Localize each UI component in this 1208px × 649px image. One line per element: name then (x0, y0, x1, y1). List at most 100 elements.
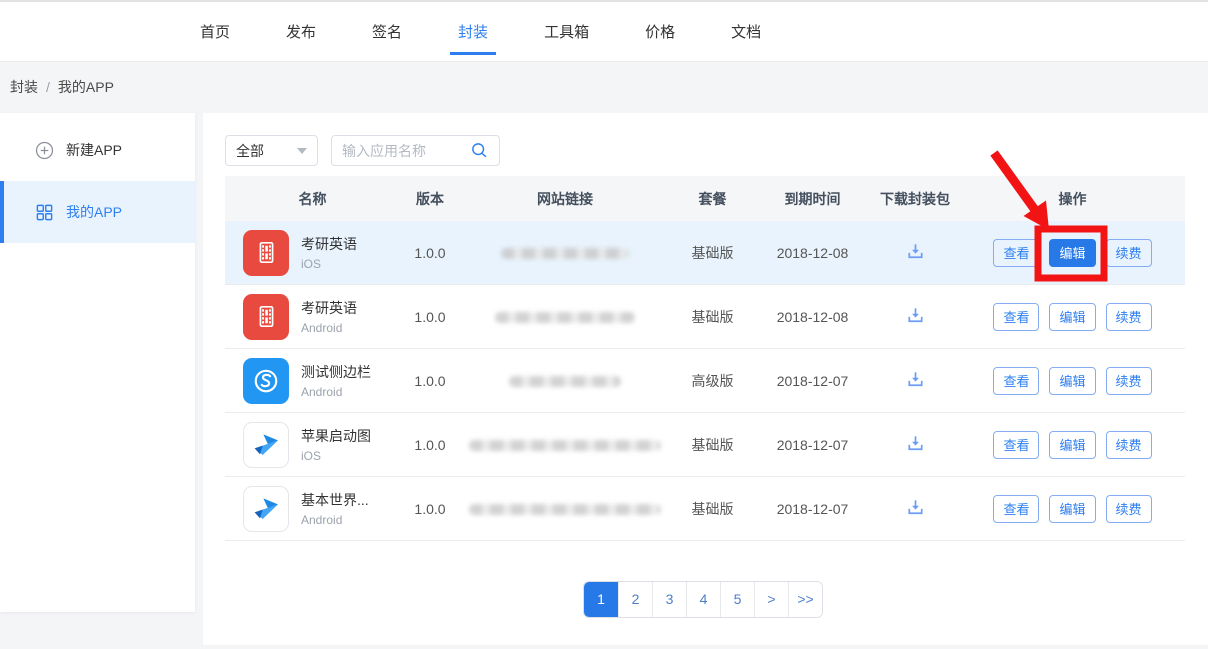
search-input[interactable] (342, 143, 470, 159)
column-header-download: 下载封装包 (870, 189, 960, 209)
next-page-button[interactable]: > (754, 582, 788, 617)
plus-circle-icon (35, 141, 54, 160)
renew-button[interactable]: 续费 (1106, 495, 1152, 523)
app-name: 基本世界... (301, 490, 369, 510)
edit-button[interactable]: 编辑 (1049, 239, 1095, 267)
table-header: 名称 版本 网站链接 套餐 到期时间 下载封装包 操作 (225, 176, 1185, 221)
download-button[interactable] (903, 303, 928, 331)
edit-button[interactable]: 编辑 (1049, 367, 1095, 395)
nav-item-docs[interactable]: 文档 (727, 11, 765, 52)
website-link-blurred (469, 440, 661, 451)
renew-button[interactable]: 续费 (1106, 431, 1152, 459)
app-platform: Android (301, 513, 369, 527)
view-button[interactable]: 查看 (993, 239, 1039, 267)
expiry-date: 2018-12-07 (755, 437, 870, 453)
app-version: 1.0.0 (400, 437, 460, 453)
main-content: 全部 名称 版本 网站链接 套餐 到期时间 下载封装包 操作 (203, 113, 1208, 645)
search-icon[interactable] (470, 141, 489, 160)
table-row: 考研英语 Android 1.0.0 基础版 2018-12-08 (225, 285, 1185, 349)
category-select-value: 全部 (236, 141, 264, 161)
table-body: 考研英语 iOS 1.0.0 基础版 2018-12-08 (225, 221, 1185, 541)
nav-item-home[interactable]: 首页 (196, 11, 234, 52)
edit-button[interactable]: 编辑 (1049, 431, 1095, 459)
app-version: 1.0.0 (400, 309, 460, 325)
breadcrumb-section[interactable]: 封装 (10, 77, 38, 97)
download-icon (905, 497, 926, 518)
download-button[interactable] (903, 367, 928, 395)
bird-app-icon (243, 422, 289, 468)
sidebar-item-label: 新建APP (66, 140, 122, 160)
bird-app-icon (243, 486, 289, 532)
column-header-version: 版本 (400, 189, 460, 209)
website-link-blurred (495, 312, 635, 323)
app-version: 1.0.0 (400, 501, 460, 517)
breadcrumb: 封装 / 我的APP (10, 62, 114, 112)
nav-item-price[interactable]: 价格 (641, 11, 679, 52)
edit-button[interactable]: 编辑 (1049, 303, 1095, 331)
renew-button[interactable]: 续费 (1106, 303, 1152, 331)
download-icon (905, 305, 926, 326)
page-button-2[interactable]: 2 (618, 582, 652, 617)
download-button[interactable] (903, 495, 928, 523)
column-header-plan: 套餐 (670, 189, 755, 209)
sidebar-item-label: 我的APP (66, 202, 122, 222)
download-button[interactable] (903, 239, 928, 267)
page-button-1[interactable]: 1 (584, 582, 618, 617)
nav-item-signature[interactable]: 签名 (368, 11, 406, 52)
app-platform: Android (301, 385, 371, 399)
category-select[interactable]: 全部 (225, 135, 318, 166)
expiry-date: 2018-12-07 (755, 373, 870, 389)
plan-badge: 高级版 (670, 371, 755, 391)
last-page-button[interactable]: >> (788, 582, 822, 617)
download-button[interactable] (903, 431, 928, 459)
app-version: 1.0.0 (400, 245, 460, 261)
chevron-down-icon (297, 148, 307, 154)
breadcrumb-current: 我的APP (58, 77, 114, 97)
page-button-3[interactable]: 3 (652, 582, 686, 617)
plan-badge: 基础版 (670, 435, 755, 455)
breadcrumb-separator: / (46, 79, 50, 95)
expiry-date: 2018-12-07 (755, 501, 870, 517)
table-row: 测试侧边栏 Android 1.0.0 高级版 2018-12-07 (225, 349, 1185, 413)
app-platform: iOS (301, 449, 371, 463)
download-icon (905, 433, 926, 454)
renew-button[interactable]: 续费 (1106, 239, 1152, 267)
app-platform: iOS (301, 257, 357, 271)
expiry-date: 2018-12-08 (755, 245, 870, 261)
page-button-5[interactable]: 5 (720, 582, 754, 617)
film-app-icon (243, 230, 289, 276)
table-row: 苹果启动图 iOS 1.0.0 基础版 2018-12-07 (225, 413, 1185, 477)
app-platform: Android (301, 321, 357, 335)
expiry-date: 2018-12-08 (755, 309, 870, 325)
edit-button[interactable]: 编辑 (1049, 495, 1095, 523)
sidebar: 新建APP 我的APP (0, 113, 195, 612)
view-button[interactable]: 查看 (993, 431, 1039, 459)
sogou-app-icon (243, 358, 289, 404)
grid-icon (35, 203, 54, 222)
nav-item-package-active[interactable]: 封装 (454, 11, 492, 52)
app-table: 名称 版本 网站链接 套餐 到期时间 下载封装包 操作 (225, 176, 1185, 541)
nav-item-toolbox[interactable]: 工具箱 (540, 11, 593, 52)
app-name: 考研英语 (301, 234, 357, 254)
column-header-name: 名称 (225, 189, 400, 209)
download-icon (905, 241, 926, 262)
page-button-4[interactable]: 4 (686, 582, 720, 617)
nav-item-publish[interactable]: 发布 (282, 11, 320, 52)
sidebar-item-new-app[interactable]: 新建APP (0, 119, 195, 181)
website-link-blurred (469, 504, 661, 515)
website-link-blurred (501, 248, 629, 259)
app-name: 考研英语 (301, 298, 357, 318)
table-row: 基本世界... Android 1.0.0 基础版 2018-12-07 (225, 477, 1185, 541)
renew-button[interactable]: 续费 (1106, 367, 1152, 395)
search-box (331, 135, 500, 166)
view-button[interactable]: 查看 (993, 303, 1039, 331)
top-navigation: 首页 发布 签名 封装 工具箱 价格 文档 (0, 0, 1208, 62)
app-name: 苹果启动图 (301, 426, 371, 446)
sidebar-item-my-app[interactable]: 我的APP (0, 181, 195, 243)
view-button[interactable]: 查看 (993, 367, 1039, 395)
view-button[interactable]: 查看 (993, 495, 1039, 523)
column-header-expiry: 到期时间 (755, 189, 870, 209)
pagination: 1 2 3 4 5 > >> (583, 581, 823, 618)
plan-badge: 基础版 (670, 499, 755, 519)
app-name: 测试侧边栏 (301, 362, 371, 382)
